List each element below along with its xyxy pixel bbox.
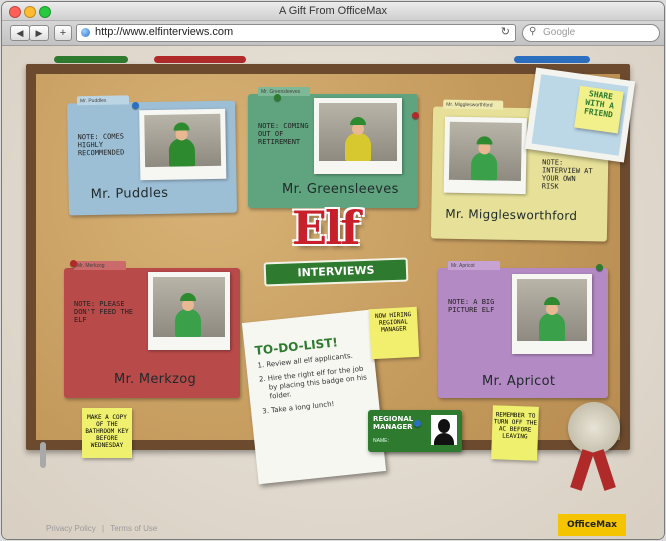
- elf-figure: [470, 152, 498, 181]
- share-with-a-friend-note[interactable]: SHARE WITH A FRIEND: [574, 85, 624, 134]
- forward-arrow-icon: ▶: [35, 28, 43, 38]
- elf-logo: Elf: [292, 201, 360, 255]
- badge-silhouette: [431, 415, 457, 445]
- privacy-policy-link[interactable]: Privacy Policy: [46, 524, 96, 533]
- red-marker: [154, 56, 246, 63]
- photo-scene: [144, 113, 222, 168]
- add-bookmark-button[interactable]: +: [54, 25, 72, 41]
- badge-name-label: NAME:: [373, 438, 389, 444]
- page-content: Mr. Puddles NOTE: COMES HIGHLY RECOMMEND…: [2, 46, 664, 539]
- address-bar[interactable]: http://www.elfinterviews.com ↻: [76, 24, 516, 42]
- folder-mr-merkzog[interactable]: Mr. Merkzog NOTE: PLEASE DON'T FEED THE …: [64, 261, 240, 398]
- elf-name: Mr. Merkzog: [114, 372, 197, 387]
- folder-tab: Mr. Greensleeves: [258, 87, 310, 96]
- photo-scene: [153, 277, 225, 337]
- folder-mr-greensleeves[interactable]: Mr. Greensleeves NOTE: COMING OUT OF RET…: [248, 87, 418, 208]
- award-ribbon: [568, 402, 620, 454]
- bathroom-key-note: MAKE A COPY OF THE BATHROOM KEY BEFORE W…: [82, 408, 132, 458]
- photo-scene: [517, 279, 587, 341]
- elf-name: Mr. Migglesworthford: [445, 206, 578, 224]
- elf-figure: [175, 293, 201, 337]
- folder-tab: Mr. Migglesworthford: [443, 99, 504, 110]
- officemax-logo[interactable]: OfficeMax: [558, 514, 626, 536]
- push-pin: [414, 420, 421, 427]
- browser-window: A Gift From OfficeMax ◀ ▶ + http://www.e…: [2, 2, 664, 539]
- elf-photo[interactable]: [314, 98, 402, 174]
- folder-tab: Mr. Apricot: [448, 261, 500, 270]
- search-field[interactable]: ⚲ Google: [522, 24, 660, 42]
- push-pin: [132, 102, 139, 109]
- elf-photo[interactable]: [139, 108, 227, 181]
- search-placeholder: Google: [543, 27, 576, 38]
- elf-figure: [345, 117, 371, 161]
- window-title: A Gift From OfficeMax: [279, 5, 387, 17]
- footer-links: Privacy Policy | Terms of Use: [46, 524, 157, 533]
- search-icon: ⚲: [529, 26, 537, 37]
- push-pin: [70, 260, 77, 267]
- elf-photo[interactable]: [443, 116, 527, 195]
- reload-icon[interactable]: ↻: [501, 25, 510, 38]
- photo-scene: [319, 103, 397, 161]
- push-pin: [412, 112, 419, 119]
- todo-item: Hire the right elf for the job by placin…: [267, 364, 371, 402]
- elf-name: Mr. Greensleeves: [282, 182, 399, 197]
- folder-note: NOTE: COMING OUT OF RETIREMENT: [258, 122, 309, 146]
- ribbon-tail-left: [570, 449, 594, 491]
- folder-note: NOTE: COMES HIGHLY RECOMMENDED: [77, 132, 125, 158]
- share-card[interactable]: SHARE WITH A FRIEND: [524, 67, 636, 163]
- elf-figure: [168, 138, 196, 167]
- folder-mr-apricot[interactable]: Mr. Apricot NOTE: A BIG PICTURE ELF Mr. …: [438, 261, 608, 398]
- folder-mr-puddles[interactable]: Mr. Puddles NOTE: COMES HIGHLY RECOMMEND…: [67, 95, 237, 216]
- regional-manager-badge[interactable]: REGIONAL MANAGER NAME:: [368, 410, 462, 452]
- todo-items: Review all elf applicants. Hire the righ…: [252, 350, 374, 422]
- title-bar: A Gift From OfficeMax: [2, 2, 664, 21]
- elf-figure: [539, 297, 565, 341]
- forward-button[interactable]: ▶: [29, 25, 49, 41]
- ac-reminder-note: REMEMBER TO TURN OFF THE AC BEFORE LEAVI…: [491, 405, 539, 461]
- green-marker: [54, 56, 128, 63]
- elf-photo[interactable]: [512, 274, 592, 354]
- photo-scene: [448, 121, 522, 182]
- interviews-banner: INTERVIEWS: [263, 257, 409, 287]
- footer-separator: |: [102, 524, 105, 533]
- back-button[interactable]: ◀: [10, 25, 30, 41]
- terms-of-use-link[interactable]: Terms of Use: [110, 524, 157, 533]
- key-icon: [40, 442, 46, 468]
- elf-name: Mr. Apricot: [482, 374, 556, 389]
- folder-note: NOTE: INTERVIEW AT YOUR OWN RISK: [541, 158, 593, 191]
- folder-note: NOTE: A BIG PICTURE ELF: [448, 298, 495, 314]
- url-text: http://www.elfinterviews.com: [95, 26, 234, 38]
- push-pin: [596, 264, 603, 271]
- folder-tab: Mr. Merkzog: [74, 261, 126, 270]
- push-pin: [274, 94, 281, 101]
- back-arrow-icon: ◀: [16, 28, 24, 38]
- globe-icon: [81, 28, 90, 37]
- elf-photo[interactable]: [148, 272, 230, 350]
- todo-list: TO-DO-LIST! Review all elf applicants. H…: [241, 309, 387, 485]
- elf-name: Mr. Puddles: [90, 185, 169, 203]
- folder-note: NOTE: PLEASE DON'T FEED THE ELF: [74, 300, 134, 324]
- browser-toolbar: ◀ ▶ + http://www.elfinterviews.com ↻ ⚲ G…: [2, 21, 664, 46]
- now-hiring-note: NOW HIRING REGIONAL MANAGER: [368, 306, 420, 360]
- blue-marker: [514, 56, 590, 63]
- ribbon-tail-right: [592, 449, 616, 491]
- folder-tab: Mr. Puddles: [76, 95, 130, 106]
- person-icon: [438, 419, 450, 433]
